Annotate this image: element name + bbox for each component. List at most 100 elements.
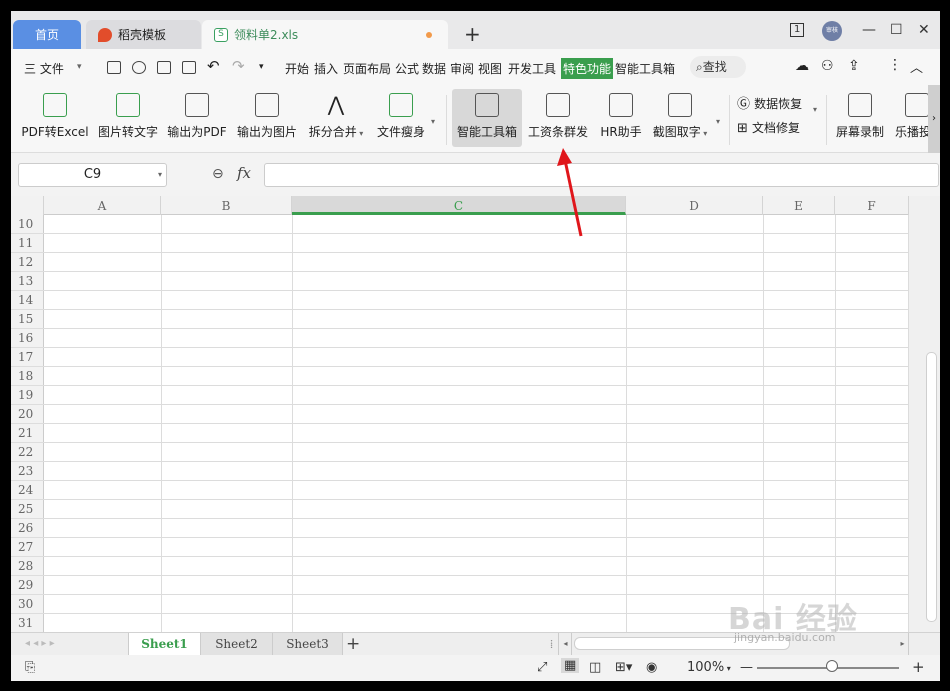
doc-repair-button[interactable]: ⊞ 文档修复 <box>737 119 800 136</box>
page-layout-view-icon[interactable]: ◫ <box>589 660 601 675</box>
fullscreen-icon[interactable]: ⤢ <box>537 660 547 675</box>
menu-item-formula[interactable]: 公式 <box>395 60 419 77</box>
row-header[interactable]: 17 <box>11 348 44 367</box>
cell-area[interactable] <box>44 215 909 632</box>
menu-item-start[interactable]: 开始 <box>285 60 309 77</box>
lebo-cast-button[interactable]: 乐播投 <box>891 89 931 147</box>
quick-access-more-icon[interactable]: ▾ <box>259 62 264 72</box>
column-header-b[interactable]: B <box>161 196 292 215</box>
image-to-text-button[interactable]: 图片转文字 <box>96 89 160 147</box>
collapse-ribbon-icon[interactable]: ︿ <box>910 57 923 76</box>
zoom-out-button[interactable]: — <box>740 660 753 675</box>
row-header[interactable]: 28 <box>11 557 44 576</box>
file-menu[interactable]: 三 文件 <box>24 60 64 77</box>
file-slim-button[interactable]: 文件瘦身 <box>373 89 429 147</box>
collaborate-icon[interactable]: ⚇ <box>821 58 834 74</box>
pdf-to-excel-button[interactable]: PDF转Excel <box>19 89 91 147</box>
row-header[interactable]: 16 <box>11 329 44 348</box>
page-break-view-icon[interactable]: ⊞▾ <box>615 660 632 675</box>
vertical-scroll-thumb[interactable] <box>926 352 937 622</box>
chevron-down-icon[interactable]: ▾ <box>77 62 82 72</box>
add-sheet-button[interactable]: + <box>346 634 360 654</box>
window-badge[interactable]: 1 <box>790 23 805 37</box>
row-header[interactable]: 19 <box>11 386 44 405</box>
row-header[interactable]: 18 <box>11 367 44 386</box>
menu-item-data[interactable]: 数据 <box>422 60 446 77</box>
format-painter-icon[interactable] <box>132 61 146 74</box>
row-header[interactable]: 21 <box>11 424 44 443</box>
minimize-button[interactable]: — <box>862 22 876 38</box>
menu-item-insert[interactable]: 插入 <box>314 60 338 77</box>
ribbon-scroll-right-icon[interactable]: › <box>928 85 940 153</box>
menu-item-dev-tools[interactable]: 开发工具 <box>508 60 556 77</box>
menu-item-page-layout[interactable]: 页面布局 <box>343 60 391 77</box>
maximize-button[interactable]: ☐ <box>890 22 903 38</box>
new-tab-button[interactable]: + <box>464 24 481 44</box>
print-preview-icon[interactable] <box>182 61 196 74</box>
row-header[interactable]: 11 <box>11 234 44 253</box>
vertical-scrollbar[interactable] <box>909 196 940 632</box>
row-header[interactable]: 23 <box>11 462 44 481</box>
screenshot-ocr-button[interactable]: 截图取字 ▾ <box>650 89 710 147</box>
menu-item-special-features[interactable]: 特色功能 <box>561 58 614 79</box>
row-header[interactable]: 29 <box>11 576 44 595</box>
sheet-nav-arrows[interactable]: ◂ ◂ ▸ ▸ <box>19 633 129 655</box>
zoom-formula-icon[interactable]: ⊖ <box>212 166 224 182</box>
column-header-c[interactable]: C <box>292 196 626 215</box>
split-handle[interactable]: ⁞ <box>545 633 559 655</box>
save-icon[interactable] <box>107 61 121 74</box>
row-header[interactable]: 13 <box>11 272 44 291</box>
screen-record-button[interactable]: 屏幕录制 <box>833 89 887 147</box>
name-box[interactable]: C9 ▾ <box>18 163 167 187</box>
undo-icon[interactable]: ↶ <box>207 57 220 75</box>
eye-protection-icon[interactable]: ◉ <box>646 660 657 675</box>
formula-input[interactable] <box>264 163 939 187</box>
row-header[interactable]: 10 <box>11 215 44 234</box>
sheet-tab-1[interactable]: Sheet1 <box>129 633 201 655</box>
more-options-icon[interactable]: ⋮ <box>888 57 902 73</box>
hr-assistant-button[interactable]: HR助手 <box>596 89 646 147</box>
payslip-send-button[interactable]: 工资条群发 <box>525 89 591 147</box>
row-header[interactable]: 26 <box>11 519 44 538</box>
row-header[interactable]: 20 <box>11 405 44 424</box>
sheet-tab-3[interactable]: Sheet3 <box>273 633 343 655</box>
menu-item-view[interactable]: 视图 <box>478 60 502 77</box>
tab-home[interactable]: 首页 <box>13 20 81 49</box>
ribbon-group-more-icon[interactable]: ▾ <box>813 105 817 114</box>
row-header[interactable]: 22 <box>11 443 44 462</box>
scroll-right-icon[interactable]: ▸ <box>897 633 909 655</box>
macro-icon[interactable]: ⎘ <box>25 660 35 675</box>
row-header[interactable]: 30 <box>11 595 44 614</box>
select-all-corner[interactable] <box>11 196 44 215</box>
sheet-tab-2[interactable]: Sheet2 <box>201 633 273 655</box>
export-pdf-button[interactable]: 输出为PDF <box>165 89 229 147</box>
data-recover-button[interactable]: Ⓖ 数据恢复 <box>737 93 802 112</box>
row-header[interactable]: 15 <box>11 310 44 329</box>
zoom-level[interactable]: 100% ▾ <box>687 660 731 675</box>
zoom-in-button[interactable]: + <box>912 658 925 676</box>
menu-item-smart-toolbox[interactable]: 智能工具箱 <box>615 60 675 77</box>
zoom-slider-knob[interactable] <box>826 660 838 672</box>
search-button[interactable]: ⌕查找 <box>690 56 746 78</box>
print-icon[interactable] <box>157 61 171 74</box>
row-header[interactable]: 24 <box>11 481 44 500</box>
close-button[interactable]: ✕ <box>918 22 930 38</box>
column-header-d[interactable]: D <box>626 196 763 215</box>
column-header-f[interactable]: F <box>835 196 909 215</box>
tab-file[interactable]: S 领料单2.xls <box>202 20 448 49</box>
tab-template[interactable]: 稻壳模板 <box>86 20 201 49</box>
row-header[interactable]: 25 <box>11 500 44 519</box>
menu-item-review[interactable]: 审阅 <box>450 60 474 77</box>
smart-toolbox-button[interactable]: 智能工具箱 <box>452 89 522 147</box>
column-header-a[interactable]: A <box>44 196 161 215</box>
normal-view-icon[interactable]: ▦ <box>561 658 580 673</box>
ribbon-group-more-icon[interactable]: ▾ <box>716 117 720 126</box>
export-image-button[interactable]: 输出为图片 <box>234 89 300 147</box>
column-header-e[interactable]: E <box>763 196 835 215</box>
row-header[interactable]: 14 <box>11 291 44 310</box>
row-header[interactable]: 12 <box>11 253 44 272</box>
ribbon-group-more-icon[interactable]: ▾ <box>431 117 435 126</box>
chevron-down-icon[interactable]: ▾ <box>158 164 162 186</box>
function-icon[interactable]: fx <box>237 164 251 182</box>
avatar[interactable]: 审核 <box>822 21 842 41</box>
